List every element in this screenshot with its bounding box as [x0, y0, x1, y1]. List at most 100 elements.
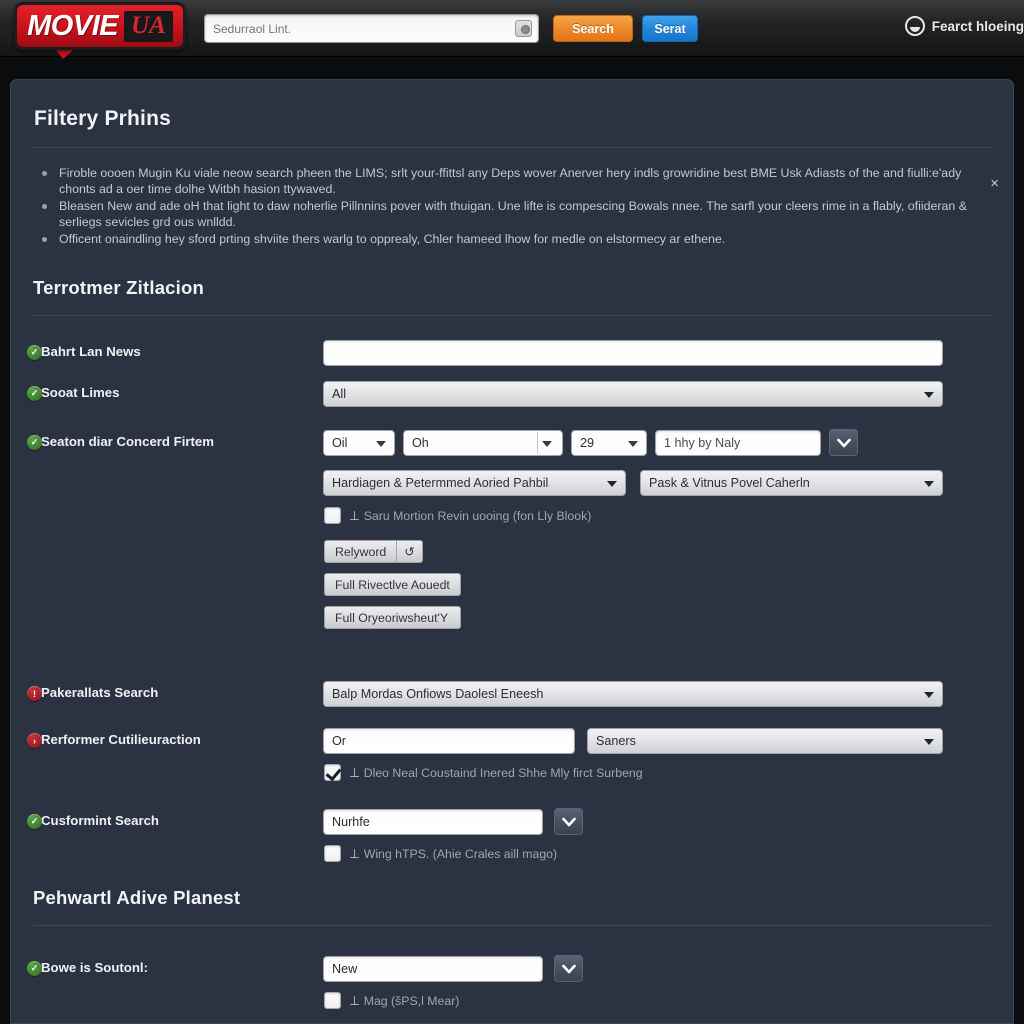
chevron-down-icon	[836, 438, 851, 447]
sooat-limes-select[interactable]: All	[323, 381, 943, 407]
list-item: Officent onaindling hey sford prting shv…	[42, 231, 991, 247]
account-area[interactable]: Fearct hloeing	[904, 16, 1024, 36]
bahrt-lan-news-input[interactable]	[323, 340, 943, 366]
full-rivectlve-button[interactable]: Full Rivectlve Aouedt	[324, 573, 461, 596]
row-label: ✓ Sooat Limes	[27, 385, 120, 401]
cusformint-checkbox-row: ⊥ Wing hTPS. (Ahie Crales aill magо)	[324, 845, 557, 862]
rerformer-checkbox[interactable]	[324, 764, 341, 781]
row-bahrt-lan-news: ✓ Bahrt Lan News	[27, 339, 991, 366]
dash-glyph: ⊥	[349, 846, 360, 861]
sidebar-item-label: Rerformer Cutilieuraction	[41, 732, 201, 747]
cusformint-input[interactable]: Nurhfe	[323, 809, 543, 835]
close-icon[interactable]: ×	[990, 176, 999, 191]
row-label: ✓ Bahrt Lan News	[27, 344, 141, 360]
concerd-select-f[interactable]: Pask & Vitnus Povel Caherln	[640, 470, 943, 496]
row-seaton-diar-concerd-firtem: ✓ Seaton diar Concerd Firtem Oil Oh 29 1…	[27, 429, 991, 629]
bowe-checkbox[interactable]	[324, 992, 341, 1009]
bowe-input[interactable]: New	[323, 956, 543, 982]
site-logo[interactable]: MOVIE UA	[14, 0, 186, 59]
select-value: Hardiagen & Petermmed Aoried Pahbil	[332, 476, 549, 490]
global-search-box[interactable]	[204, 14, 539, 43]
concerd-select-e[interactable]: Hardiagen & Petermmed Aoried Pahbil	[323, 470, 626, 496]
sidebar-item-label: Pakerallats Search	[41, 685, 159, 700]
row-sooat-limes: ✓ Sooat Limes All	[27, 380, 991, 407]
row-label: ✓ Cusformint Search	[27, 813, 159, 829]
rerformer-select[interactable]: Saners	[587, 728, 943, 754]
concerd-input-d[interactable]: 1 hhy by Naly	[655, 429, 821, 456]
checkbox-label: ⊥ Mag (šPS,l Mear)	[349, 993, 460, 1008]
refresh-icon[interactable]: ↺	[397, 540, 423, 563]
list-item: Firoble oooen Mugin Ku viale neow search…	[42, 165, 991, 197]
full-oryeor-button-wrap: Full Oryeoriwsheut'Y	[324, 606, 461, 629]
row-pakerallats-search: ! Pakerallats Search Balp Mordas Onfiows…	[27, 680, 991, 707]
rerformer-input[interactable]: Or	[323, 728, 575, 754]
chevron-down-icon	[924, 692, 934, 698]
row-label: ! Pakerallats Search	[27, 685, 159, 701]
select-value: Oh	[412, 435, 429, 450]
row-rerformer-cutilieuraction: › Rerformer Cutilieuraction Or Saners ⊥ D…	[27, 727, 991, 781]
search-button[interactable]: Search	[553, 15, 633, 42]
check-badge-icon: ✓	[27, 345, 42, 360]
chevron-down-icon	[376, 440, 386, 447]
dash-glyph: ⊥	[349, 508, 360, 523]
row-cusformint-search: ✓ Cusformint Search Nurhfe ⊥ Wing hTPS. (…	[27, 808, 991, 862]
dash-glyph: ⊥	[349, 993, 360, 1008]
select-value: All	[332, 387, 346, 401]
chevron-down-icon	[924, 392, 934, 398]
select-value: Saners	[596, 734, 636, 748]
intro-bullet-list: Firoble oooen Mugin Ku viale neow search…	[33, 148, 991, 247]
sidebar-item-label: Bahrt Lan News	[41, 344, 141, 359]
concerd-select-c[interactable]: 29	[571, 429, 647, 456]
sidebar-item-label: Seaton diar Concerd Firtem	[41, 434, 214, 449]
select-value: 29	[580, 435, 595, 450]
logo-text-movie: MOVIE	[27, 9, 119, 42]
checkbox-label: ⊥ Wing hTPS. (Ahie Crales aill magо)	[349, 846, 558, 861]
full-oryeor-button[interactable]: Full Oryeoriwsheut'Y	[324, 606, 461, 629]
concerd-checkbox[interactable]	[324, 507, 341, 524]
search-input[interactable]	[205, 21, 515, 36]
camera-icon[interactable]	[515, 20, 532, 37]
cusformint-checkbox[interactable]	[324, 845, 341, 862]
check-badge-icon: ✓	[27, 386, 42, 401]
top-header-bar: MOVIE UA Search Serat Fearct hloeing	[0, 0, 1024, 59]
check-badge-icon: ✓	[27, 435, 42, 450]
chevron-down-icon	[924, 739, 934, 745]
checkbox-label: ⊥ Saru Mortion Revin uooing (fon Lly Bloo…	[349, 508, 592, 523]
row-label: ✓ Bowe is Soutonl:	[27, 960, 148, 976]
section-title-primary: Terrotmer Zitlacion	[33, 277, 205, 298]
select-value: Balp Mordas Onfiows Daolesl Eneesh	[332, 687, 544, 701]
serat-button[interactable]: Serat	[642, 15, 698, 42]
logo-bubble: MOVIE UA	[14, 2, 186, 50]
section-divider	[33, 315, 991, 316]
select-value: Pask & Vitnus Povel Caherln	[649, 476, 810, 490]
pakerallats-select[interactable]: Balp Mordas Onfiows Daolesl Eneesh	[323, 681, 943, 707]
full-rivectlve-button-wrap: Full Rivectlve Aouedt	[324, 573, 461, 596]
bowe-expand-button[interactable]	[554, 955, 583, 982]
arrow-badge-icon: ›	[27, 733, 42, 748]
alert-badge-icon: !	[27, 686, 42, 701]
cusformint-expand-button[interactable]	[554, 808, 583, 835]
chevron-down-icon	[561, 817, 576, 826]
concerd-second-strip: Hardiagen & Petermmed Aoried Pahbil Pask…	[323, 470, 943, 496]
concerd-select-b[interactable]: Oh	[403, 429, 563, 456]
chevron-down-icon	[561, 964, 576, 973]
concerd-control-strip: Oil Oh 29 1 hhy by Naly	[323, 429, 858, 456]
chevron-down-icon	[607, 481, 617, 487]
rerformer-checkbox-row: ⊥ Dleo Neal Coustaind Inered Shhe Mly fir…	[324, 764, 643, 781]
chevron-down-icon	[924, 481, 934, 487]
select-value: Oil	[332, 435, 348, 450]
checkbox-label: ⊥ Dleo Neal Coustaind Inered Shhe Mly fir…	[349, 765, 643, 780]
check-badge-icon: ✓	[27, 814, 42, 829]
concerd-select-a[interactable]: Oil	[323, 429, 395, 456]
filters-panel: Filtery Prhins × Firoble oooen Mugin Ku …	[10, 79, 1014, 1024]
face-circle-icon	[904, 16, 925, 36]
dash-glyph: ⊥	[349, 765, 360, 780]
sidebar-item-label: Sooat Limes	[41, 385, 120, 400]
concerd-expand-button[interactable]	[829, 429, 858, 456]
page-title: Filtery Prhins	[34, 107, 172, 130]
row-label: › Rerformer Cutilieuraction	[27, 732, 201, 748]
keyword-button[interactable]: Relyword	[324, 540, 398, 563]
sidebar-item-label: Cusformint Search	[41, 813, 159, 828]
chevron-down-icon	[628, 440, 638, 447]
account-label: Fearct hloeing	[931, 18, 1024, 34]
